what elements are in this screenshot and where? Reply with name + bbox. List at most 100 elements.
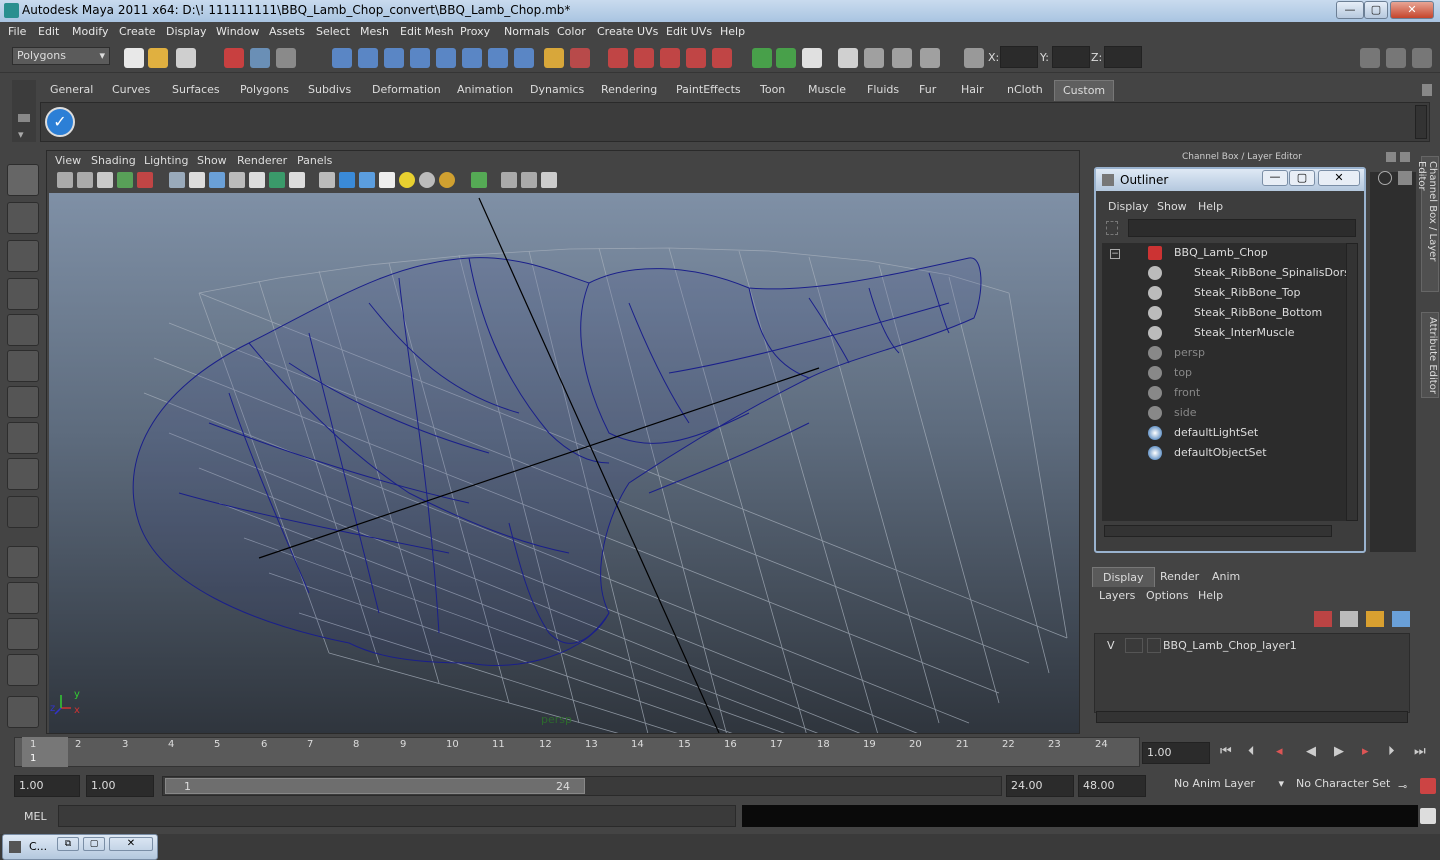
menu-modify[interactable]: Modify [72,25,108,38]
channel-box-side-tab[interactable]: Channel Box / Layer Editor [1416,156,1439,292]
xray-components-icon[interactable] [541,172,557,188]
image-plane-icon[interactable] [117,172,133,188]
toggle-attribute-editor-icon[interactable] [1360,48,1380,68]
wireframe-on-shaded-icon[interactable] [359,172,375,188]
shelf-tab-curves[interactable]: Curves [112,83,150,96]
playback-start-field[interactable]: 1.00 [86,775,154,797]
trash-icon[interactable] [1422,84,1432,96]
perspective-viewport[interactable]: View Shading Lighting Show Renderer Pane… [46,150,1080,734]
menu-proxy[interactable]: Proxy [460,25,490,38]
viewport-menu-show[interactable]: Show [197,154,227,167]
grid-toggle-icon[interactable] [169,172,185,188]
y-field[interactable] [1052,46,1090,68]
make-live-icon[interactable] [436,48,456,68]
shadows-icon[interactable] [419,172,435,188]
outliner-item-persp[interactable]: persp [1102,343,1342,363]
restore-icon[interactable]: ⧉ [57,837,79,851]
layer-menu-options[interactable]: Options [1146,589,1188,602]
viewport-menu-renderer[interactable]: Renderer [237,154,287,167]
shelf-tab-painteffects[interactable]: PaintEffects [676,83,741,96]
xray-icon[interactable] [501,172,517,188]
play-backwards-icon[interactable]: ◀ [1306,744,1316,759]
select-highlight-icon[interactable] [570,48,590,68]
layer-menu-layers[interactable]: Layers [1099,589,1135,602]
menu-display[interactable]: Display [166,25,207,38]
resolution-gate-icon[interactable] [209,172,225,188]
shelf-tab-animation[interactable]: Animation [457,83,513,96]
select-component-icon[interactable] [276,48,296,68]
layer-color-swatch[interactable] [1147,638,1161,653]
menu-edit-mesh[interactable]: Edit Mesh [400,25,454,38]
minimize-button[interactable]: — [1336,1,1364,19]
maximize-icon[interactable]: ▢ [83,837,105,851]
menu-help[interactable]: Help [720,25,745,38]
close-icon[interactable]: ✕ [109,837,153,851]
step-back-icon[interactable]: ⏴ [1248,744,1255,759]
persp-graph-layout-icon[interactable] [7,654,39,686]
textured-icon[interactable] [379,172,395,188]
layer-tab-display[interactable]: Display [1092,567,1155,587]
shelf-tab-surfaces[interactable]: Surfaces [172,83,220,96]
channel-box-edit-icon[interactable] [1398,171,1412,185]
smooth-shade-icon[interactable] [339,172,355,188]
character-set-dropdown[interactable]: No Character Set [1292,776,1394,796]
layer-menu-help[interactable]: Help [1198,589,1223,602]
camera-attributes-icon[interactable] [77,172,93,188]
shelf-tab-muscle[interactable]: Muscle [808,83,846,96]
outliner-item-default-light-set[interactable]: defaultLightSet [1102,423,1342,443]
script-editor-icon[interactable] [1420,808,1436,824]
shelf-tab-rendering[interactable]: Rendering [601,83,657,96]
outliner-close-button[interactable]: ✕ [1318,170,1360,186]
toggle-channel-box-icon[interactable] [1412,48,1432,68]
range-slider-track[interactable]: 1 24 [162,776,1002,796]
range-slider-handle[interactable]: 1 24 [165,778,585,794]
lasso-tool-icon[interactable] [7,202,39,234]
toggle-panel-icon[interactable] [838,48,858,68]
outliner-item-bbq-lamb-chop[interactable]: BBQ_Lamb_Chop [1102,243,1342,263]
hq-render-icon[interactable] [439,172,455,188]
animation-preferences-icon[interactable] [1420,778,1436,794]
shelf-tab-general[interactable]: General [50,83,93,96]
outliner-item-side[interactable]: side [1102,403,1342,423]
ipr-render-icon[interactable] [634,48,654,68]
outliner-item-ribbone-bottom[interactable]: Steak_RibBone_Bottom [1102,303,1342,323]
outliner-item-front[interactable]: front [1102,383,1342,403]
name-field-icon[interactable] [776,48,796,68]
x-field[interactable] [1000,46,1038,68]
last-tool-icon[interactable] [7,496,39,528]
channel-box-icon[interactable] [1378,171,1392,185]
input-line-icon[interactable] [752,48,772,68]
lock-icon[interactable] [544,48,564,68]
transform-mode-icon[interactable] [964,48,984,68]
menu-create[interactable]: Create [119,25,156,38]
camera-select-icon[interactable] [57,172,73,188]
hypershade-icon[interactable] [686,48,706,68]
help-icon[interactable] [514,48,534,68]
history-icon[interactable] [462,48,482,68]
manipulator-tool-icon[interactable] [7,386,39,418]
snap-grid-icon[interactable] [332,48,352,68]
gate-mask-icon[interactable] [249,172,265,188]
menu-mesh[interactable]: Mesh [360,25,389,38]
shelf-scrollbar[interactable] [1415,105,1427,139]
outliner-menu-show[interactable]: Show [1157,200,1187,213]
attribute-editor-side-tab[interactable]: Attribute Editor [1421,312,1439,398]
end-time-field[interactable]: 48.00 [1078,775,1146,797]
shelf-tab-dynamics[interactable]: Dynamics [530,83,584,96]
command-input[interactable] [58,805,736,827]
layer-tab-render[interactable]: Render [1150,567,1209,587]
bookmarks-icon[interactable] [97,172,113,188]
select-object-icon[interactable] [250,48,270,68]
shelf-chevron-icon[interactable]: ▾ [18,128,24,141]
time-slider-track[interactable] [14,737,1140,767]
render-current-icon[interactable] [608,48,628,68]
select-hierarchy-icon[interactable] [224,48,244,68]
new-scene-icon[interactable] [124,48,144,68]
layer-visibility-toggle[interactable]: V [1107,639,1115,652]
film-gate-icon[interactable] [189,172,205,188]
menu-window[interactable]: Window [216,25,259,38]
menu-assets[interactable]: Assets [269,25,305,38]
render-view-icon[interactable] [712,48,732,68]
outliner-vertical-scrollbar[interactable] [1346,243,1358,521]
menu-color[interactable]: Color [557,25,586,38]
